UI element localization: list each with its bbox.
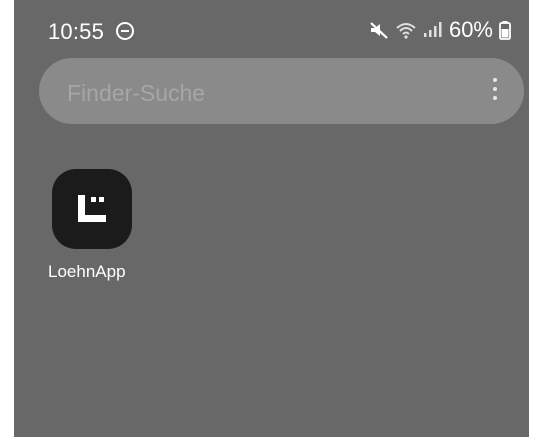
do-not-disturb-icon xyxy=(116,22,134,40)
mute-icon xyxy=(370,22,388,39)
finder-search-bar[interactable]: Finder-Suche xyxy=(39,58,524,124)
status-bar: 10:55 60% xyxy=(14,0,529,52)
battery-icon xyxy=(499,21,511,40)
search-input[interactable]: Finder-Suche xyxy=(67,80,205,107)
wifi-icon xyxy=(396,23,416,39)
status-indicators: 60% xyxy=(369,17,511,42)
battery-percentage: 60% xyxy=(448,17,493,42)
loehnapp-icon[interactable] xyxy=(52,169,132,249)
status-time: 10:55 xyxy=(48,19,105,44)
signal-icon xyxy=(423,22,442,37)
loehnapp-logo xyxy=(78,195,106,222)
home-screen: 10:55 60% Finder-Suche LoehnApp xyxy=(14,0,529,437)
more-vert-icon[interactable] xyxy=(492,78,498,104)
app-label-loehnapp[interactable]: LoehnApp xyxy=(48,262,126,282)
